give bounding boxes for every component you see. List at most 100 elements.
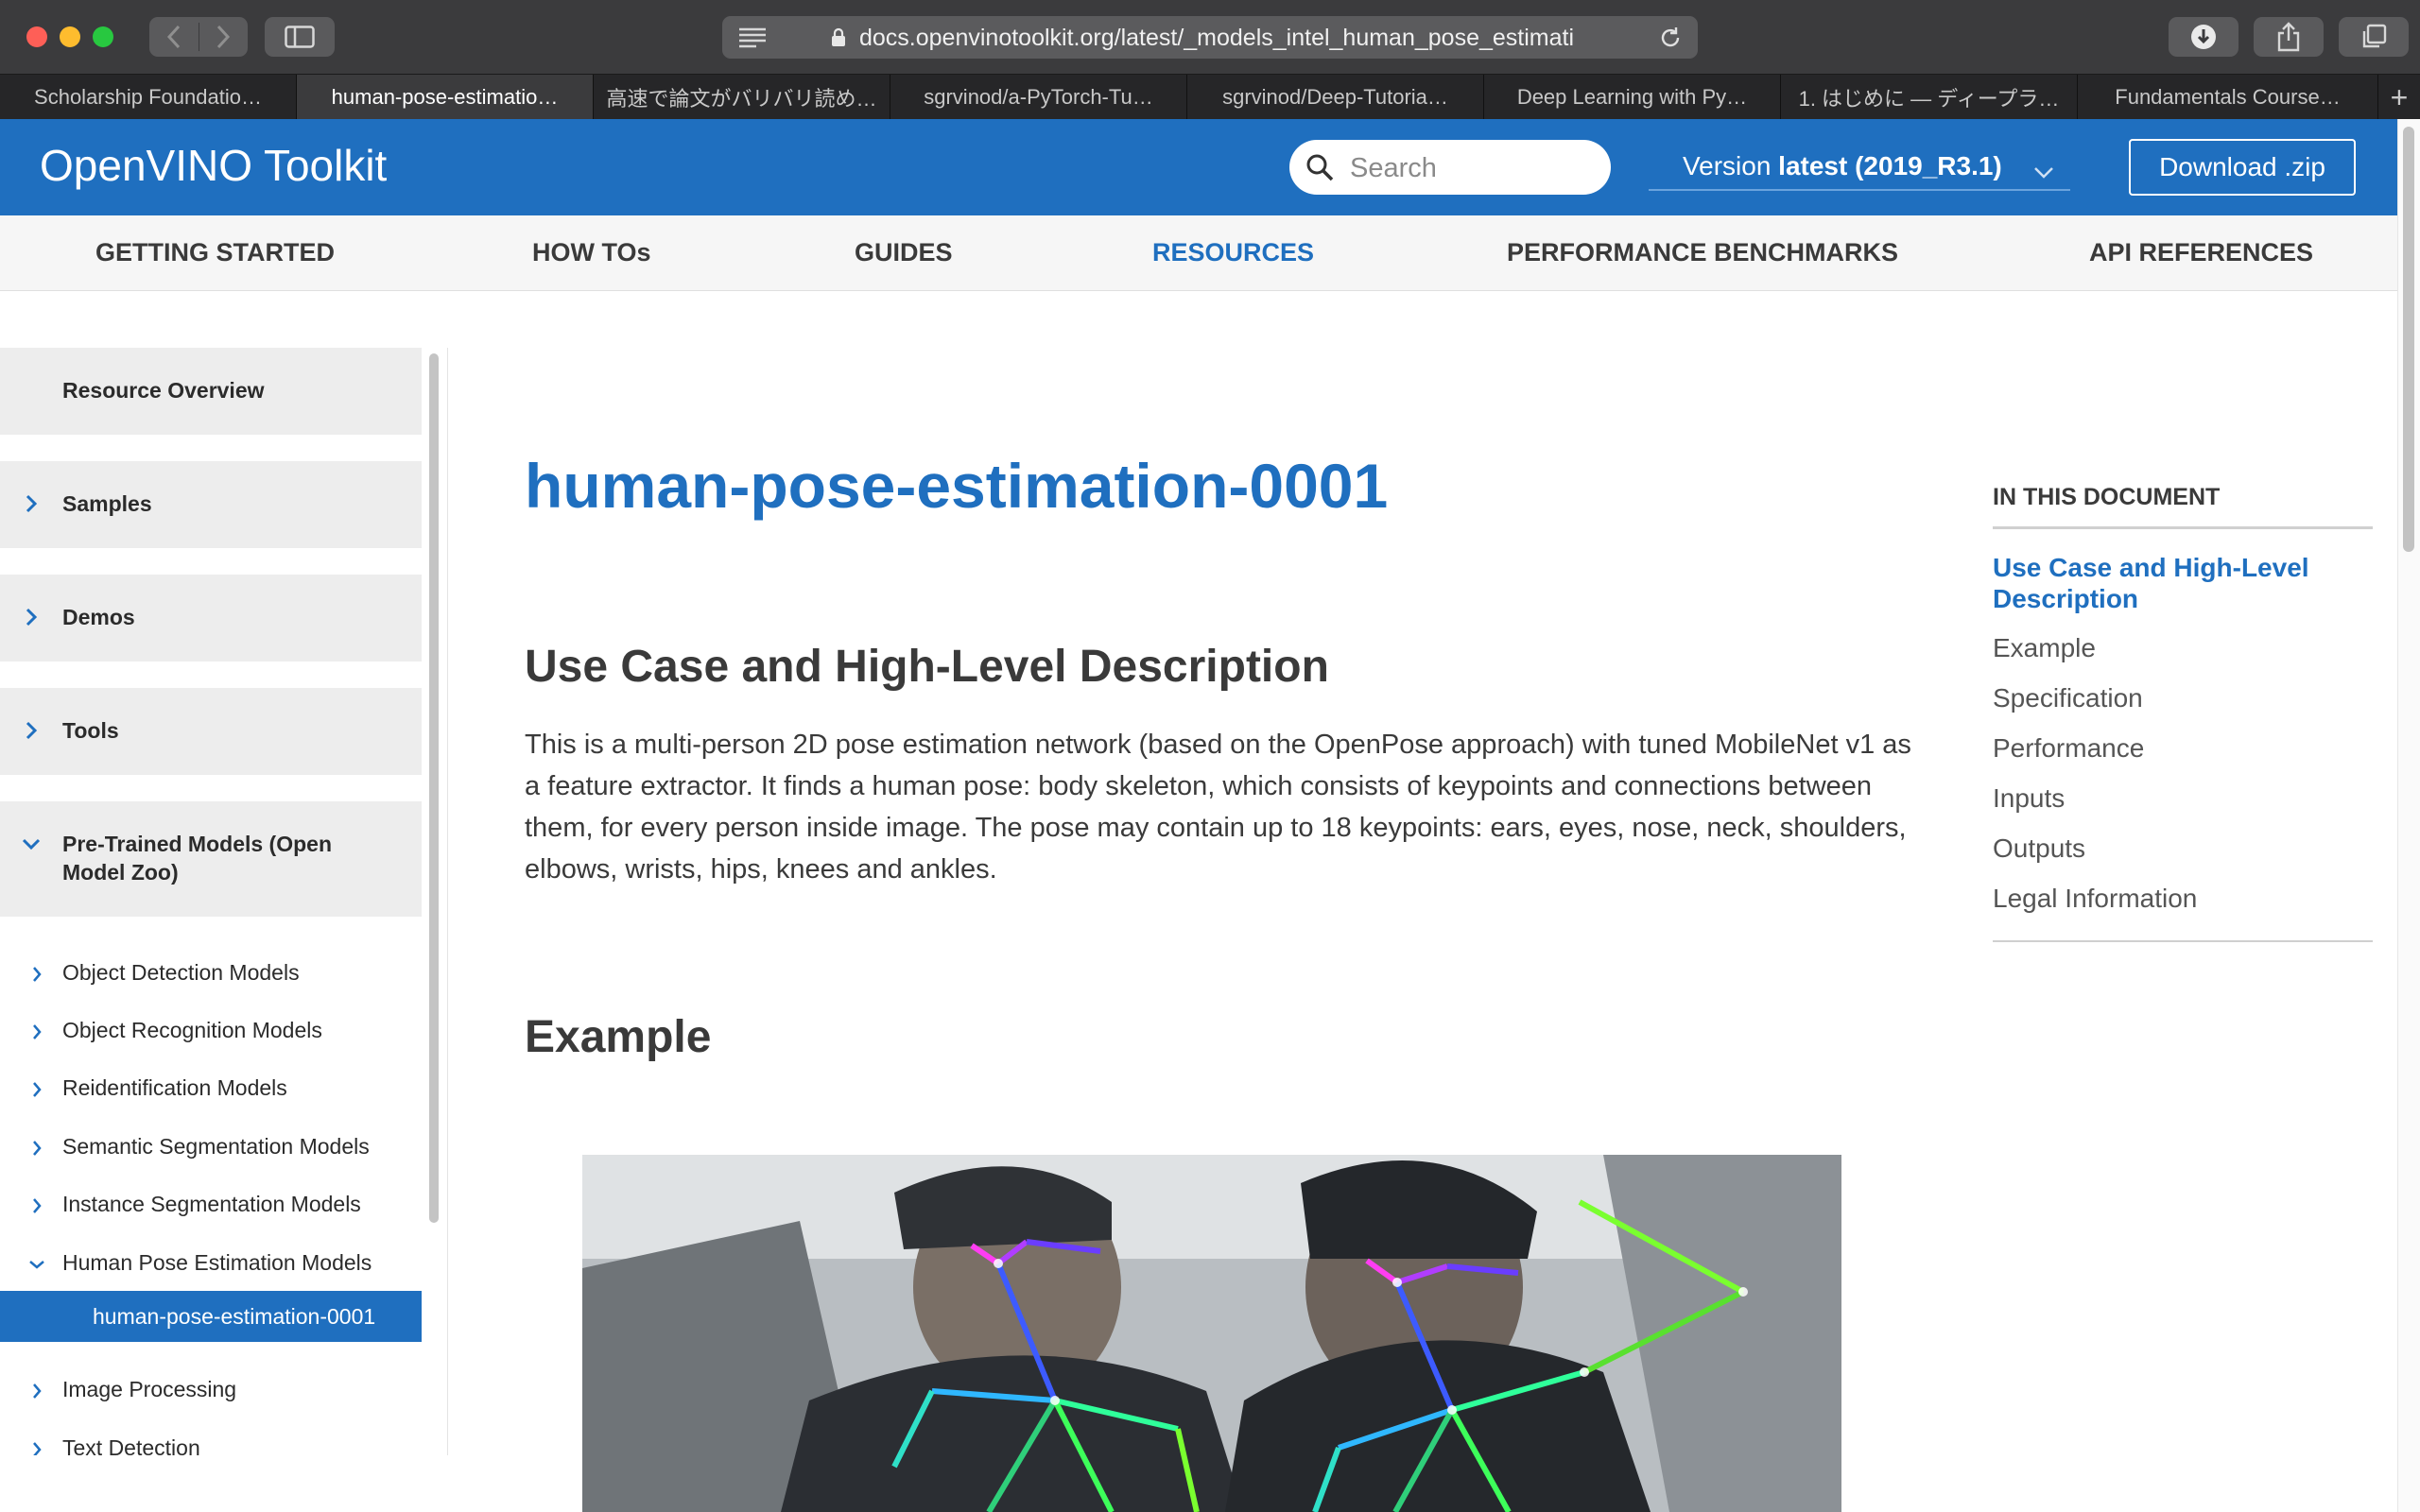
toc-link-performance[interactable]: Performance [1993,732,2144,764]
tabs-icon [2362,24,2387,48]
page-title: human-pose-estimation-0001 [525,451,1389,521]
toc-divider [1993,940,2373,942]
browser-tab[interactable]: Fundamentals Course… [2078,75,2378,120]
browser-tab[interactable]: Scholarship Foundatio… [0,75,297,120]
sidebar-icon [285,26,315,48]
sidebar-item-label: Human Pose Estimation Models [62,1250,372,1275]
search-placeholder: Search [1350,153,1437,183]
sidebar-section-label: Demos [62,605,135,629]
toc-link-legal-information[interactable]: Legal Information [1993,883,2197,914]
sidebar-item-label: human-pose-estimation-0001 [93,1304,376,1329]
sidebar-toggle-button[interactable] [265,17,335,57]
sidebar-item-label: Instance Segmentation Models [62,1192,361,1216]
sidebar-section-pretrained-models[interactable]: Pre-Trained Models (Open Model Zoo) [0,801,422,917]
toc-divider [1993,526,2373,529]
sidebar-item-human-pose-estimation-0001[interactable]: human-pose-estimation-0001 [0,1291,422,1342]
share-icon [2277,22,2300,52]
lock-icon [830,27,847,53]
reload-icon[interactable] [1658,26,1683,55]
nav-guides[interactable]: GUIDES [855,238,953,267]
maximize-window-button[interactable] [93,26,113,47]
back-forward-buttons [149,17,248,57]
toc-link-example[interactable]: Example [1993,632,2096,663]
sidebar-section-demos[interactable]: Demos [0,575,422,662]
sidebar-scrollbar[interactable] [429,353,439,1223]
sidebar-item-human-pose-estimation[interactable]: Human Pose Estimation Models [0,1239,422,1286]
download-icon [2191,25,2216,49]
browser-tab[interactable]: 高速で論文がバリバリ読め… [594,75,890,120]
sidebar-section-tools[interactable]: Tools [0,688,422,775]
forward-icon[interactable] [199,25,248,49]
new-tab-button[interactable]: + [2378,75,2420,120]
chevron-down-icon [21,833,42,854]
back-icon[interactable] [149,25,199,49]
minimize-window-button[interactable] [60,26,80,47]
sidebar-item-label: Image Processing [62,1377,237,1401]
browser-tab[interactable]: Deep Learning with Py… [1484,75,1781,120]
nav-performance-benchmarks[interactable]: PERFORMANCE BENCHMARKS [1507,238,1898,267]
chevron-right-icon [21,493,42,514]
site-logo-text[interactable]: OpenVINO Toolkit [40,140,387,191]
page-scrollbar-thumb[interactable] [2403,127,2414,552]
nav-resources[interactable]: RESOURCES [1152,238,1314,267]
main-nav: GETTING STARTED HOW TOs GUIDES RESOURCES… [0,215,2397,291]
download-zip-button[interactable]: Download .zip [2129,139,2356,196]
sidebar-item-text-detection[interactable]: Text Detection [0,1424,422,1455]
section-heading-example: Example [525,1012,712,1062]
chevron-right-icon [28,1023,45,1040]
sidebar-section-label: Tools [62,718,119,743]
version-select[interactable]: Version latest (2019_R3.1) [1649,142,2070,191]
sidebar-section-label: Pre-Trained Models (Open Model Zoo) [62,832,332,885]
reader-icon[interactable] [735,25,769,54]
chevron-right-icon [28,1140,45,1157]
tab-bar: Scholarship Foundatio… human-pose-estima… [0,74,2420,120]
search-input[interactable]: Search [1289,140,1611,195]
section-heading-use-case: Use Case and High-Level Description [525,642,1329,692]
sidebar-item-image-processing[interactable]: Image Processing [0,1366,422,1413]
share-button[interactable] [2254,17,2324,57]
sidebar-divider [447,348,448,1455]
toc-link-use-case[interactable]: Use Case and High-Level Description [1993,552,2352,614]
sidebar-section-resource-overview[interactable]: Resource Overview [0,348,422,435]
version-value: latest (2019_R3.1) [1778,151,2002,180]
downloads-button[interactable] [2169,17,2238,57]
close-window-button[interactable] [26,26,47,47]
sidebar-item-reidentification[interactable]: Reidentification Models [0,1064,422,1111]
chevron-right-icon [21,720,42,741]
toc-link-outputs[interactable]: Outputs [1993,833,2085,864]
sidebar-section-samples[interactable]: Samples [0,461,422,548]
browser-tab[interactable]: sgrvinod/Deep-Tutoria… [1187,75,1484,120]
browser-tab[interactable]: 1. はじめに — ディープラ… [1781,75,2078,120]
tab-overview-button[interactable] [2339,17,2409,57]
nav-getting-started[interactable]: GETTING STARTED [95,238,335,267]
sidebar-item-label: Semantic Segmentation Models [62,1134,370,1159]
browser-tab-active[interactable]: human-pose-estimatio… [297,75,594,120]
pose-estimation-example-image [582,1155,1841,1512]
sidebar-item-label: Object Recognition Models [62,1018,322,1042]
nav-how-tos[interactable]: HOW TOs [532,238,651,267]
chevron-down-icon [28,1256,45,1273]
search-icon [1305,152,1335,187]
site-header: OpenVINO Toolkit Search Version latest (… [0,119,2397,215]
sidebar-item-label: Text Detection [62,1435,200,1455]
chevron-down-icon [2032,157,2055,187]
sidebar-item-instance-segmentation[interactable]: Instance Segmentation Models [0,1180,422,1228]
chevron-right-icon [28,1081,45,1098]
toc-link-specification[interactable]: Specification [1993,682,2143,713]
sidebar-item-object-recognition[interactable]: Object Recognition Models [0,1006,422,1054]
nav-api-references[interactable]: API REFERENCES [2089,238,2313,267]
browser-toolbar: docs.openvinotoolkit.org/latest/_models_… [0,0,2420,74]
browser-tab[interactable]: sgrvinod/a-PyTorch-Tu… [890,75,1187,120]
version-prefix: Version [1683,151,1779,180]
address-bar[interactable]: docs.openvinotoolkit.org/latest/_models_… [722,16,1698,59]
chevron-right-icon [28,1197,45,1214]
description-paragraph: This is a multi-person 2D pose estimatio… [525,730,1911,885]
toc-link-inputs[interactable]: Inputs [1993,782,2065,814]
sidebar-item-label: Reidentification Models [62,1075,287,1100]
sidebar-section-label: Samples [62,491,152,516]
sidebar-item-object-detection[interactable]: Object Detection Models [0,949,422,996]
chevron-right-icon [28,1383,45,1400]
chevron-right-icon [28,966,45,983]
sidebar: Resource Overview Samples Demos Tools Pr… [0,348,424,1455]
sidebar-item-semantic-segmentation[interactable]: Semantic Segmentation Models [0,1123,422,1170]
